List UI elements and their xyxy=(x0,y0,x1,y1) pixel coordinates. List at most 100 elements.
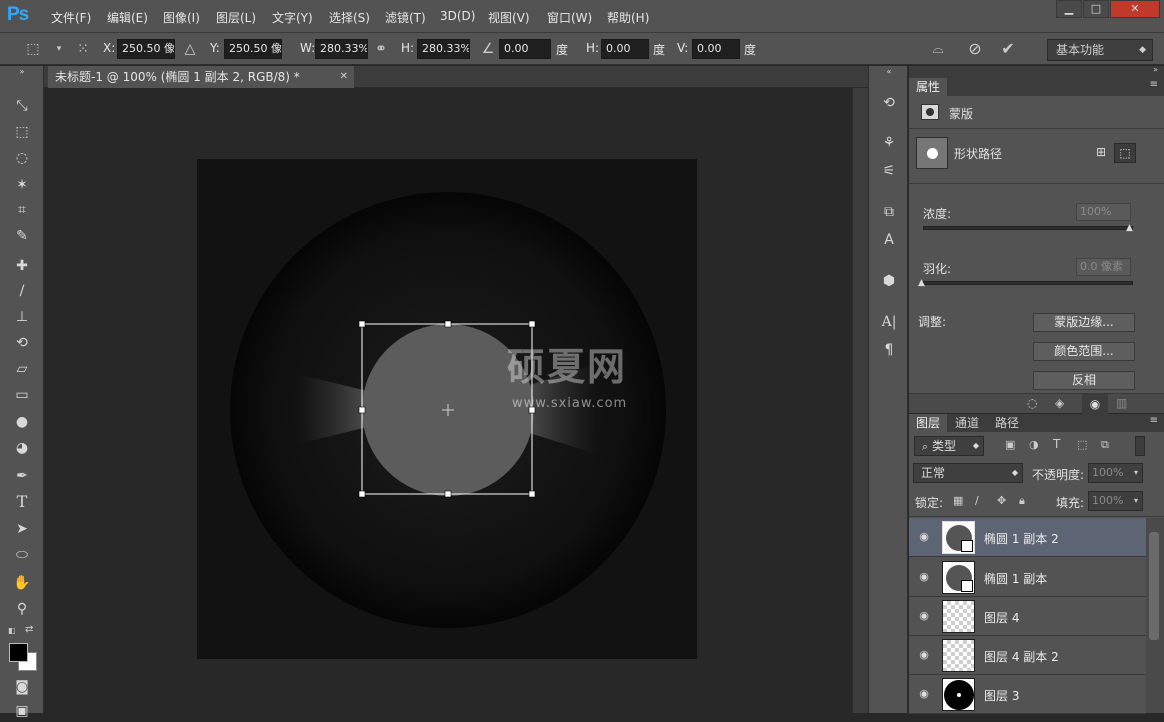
add-pixel-mask-icon[interactable]: ⊞ xyxy=(1092,145,1110,163)
lock-transparency-icon[interactable]: ▦ xyxy=(953,494,963,507)
hand-tool-icon[interactable]: ✋ xyxy=(10,572,34,594)
scrollbar-thumb[interactable] xyxy=(1149,532,1159,640)
document-tab[interactable]: 未标题-1 @ 100% (椭圆 1 副本 2, RGB/8) * ✕ xyxy=(48,66,354,88)
layer-row[interactable]: ◉ 图层 4 副本 2 xyxy=(909,636,1146,675)
menu-window[interactable]: 窗口(W) xyxy=(547,9,592,26)
layer-row[interactable]: ◉ 图层 3 xyxy=(909,675,1146,714)
feather-slider[interactable] xyxy=(923,281,1133,285)
menu-select[interactable]: 选择(S) xyxy=(329,9,370,26)
ellipse-tool-icon[interactable]: ⬭ xyxy=(10,544,34,566)
move-tool-preset-icon[interactable]: ⬚ xyxy=(24,40,42,58)
type-tool-icon[interactable]: T xyxy=(10,491,34,513)
chevron-down-icon[interactable]: ▾ xyxy=(50,40,68,58)
lock-image-icon[interactable]: ∕ xyxy=(975,494,979,507)
panel-menu-icon[interactable]: ≡ xyxy=(1150,415,1158,426)
healing-brush-tool-icon[interactable]: ✚ xyxy=(10,255,34,277)
menu-edit[interactable]: 编辑(E) xyxy=(107,9,148,26)
visibility-eye-icon[interactable]: ◉ xyxy=(917,530,931,544)
lock-all-icon[interactable]: 🔒︎ xyxy=(1019,494,1025,508)
swap-colors-icon[interactable]: ⇄ xyxy=(25,624,33,635)
layer-name[interactable]: 椭圆 1 副本 2 xyxy=(984,530,1059,547)
menu-help[interactable]: 帮助(H) xyxy=(607,9,649,26)
eyedropper-tool-icon[interactable]: ✎ xyxy=(10,225,34,247)
delete-mask-icon[interactable]: ▥ xyxy=(1116,396,1127,410)
tab-properties[interactable]: 属性 xyxy=(909,78,948,96)
menu-type[interactable]: 文字(Y) xyxy=(272,9,313,26)
layer-row[interactable]: ◉ 椭圆 1 副本 xyxy=(909,558,1146,597)
paragraph-panel-icon[interactable]: ¶ xyxy=(877,339,901,361)
tab-paths[interactable]: 路径 xyxy=(988,414,1026,432)
filter-type-icon[interactable]: T xyxy=(1053,437,1060,451)
layer-row[interactable]: ◉ 椭圆 1 副本 2 xyxy=(909,518,1146,557)
close-tab-icon[interactable]: ✕ xyxy=(340,66,348,88)
menu-3d[interactable]: 3D(D) xyxy=(440,9,475,23)
visibility-eye-icon[interactable]: ◉ xyxy=(917,687,931,701)
history-panel-icon[interactable]: ⟲ xyxy=(877,92,901,114)
density-slider-handle[interactable]: ▲ xyxy=(1126,223,1133,233)
default-colors-icon[interactable]: ◧ xyxy=(8,626,16,635)
brush-tool-icon[interactable]: ∕ xyxy=(10,280,34,302)
rotate-field[interactable]: 0.00 xyxy=(499,39,551,59)
clone-source-icon[interactable]: ⧉ xyxy=(877,201,901,223)
tab-layers[interactable]: 图层 xyxy=(909,414,948,432)
vskew-field[interactable]: 0.00 xyxy=(692,39,740,59)
collapse-arrows-icon[interactable]: « xyxy=(877,66,901,78)
apply-mask-icon[interactable]: ◈ xyxy=(1055,396,1064,410)
collapse-arrows-icon[interactable]: » xyxy=(1153,65,1158,74)
dodge-tool-icon[interactable]: ◕ xyxy=(10,437,34,459)
tab-channels[interactable]: 通道 xyxy=(948,414,986,432)
y-field[interactable]: 250.50 像 xyxy=(224,39,282,59)
menu-file[interactable]: 文件(F) xyxy=(51,9,91,26)
character-styles-icon[interactable]: A xyxy=(877,229,901,251)
brush-presets-icon[interactable]: ⚘ xyxy=(877,132,901,154)
link-icon[interactable]: ⚭ xyxy=(372,40,390,58)
layer-name[interactable]: 图层 4 副本 2 xyxy=(984,648,1059,665)
mask-edge-button[interactable]: 蒙版边缘... xyxy=(1033,313,1135,332)
visibility-eye-icon[interactable]: ◉ xyxy=(917,648,931,662)
collapse-arrows-icon[interactable]: » xyxy=(10,66,34,78)
density-slider[interactable] xyxy=(923,226,1133,230)
filter-shape-icon[interactable]: ⬚ xyxy=(1077,438,1087,451)
hskew-field[interactable]: 0.00 xyxy=(601,39,649,59)
color-range-button[interactable]: 颜色范围... xyxy=(1033,342,1135,361)
visibility-eye-icon[interactable]: ◉ xyxy=(917,609,931,623)
cancel-transform-icon[interactable]: ⊘ xyxy=(966,40,984,58)
magic-wand-tool-icon[interactable]: ✶ xyxy=(10,174,34,196)
layer-filter-select[interactable]: ⌕ 类型 ◆ xyxy=(914,436,984,456)
layer-row[interactable]: ◉ 图层 4 xyxy=(909,597,1146,636)
character-panel-icon[interactable]: A| xyxy=(877,311,901,333)
layer-name[interactable]: 椭圆 1 副本 xyxy=(984,570,1047,587)
reference-point-icon[interactable]: ⁙ xyxy=(74,40,92,58)
x-field[interactable]: 250.50 像 xyxy=(117,39,175,59)
filter-smart-object-icon[interactable]: ⧉ xyxy=(1101,438,1109,452)
height-field[interactable]: 280.33% xyxy=(417,39,470,59)
screen-mode-icon[interactable]: ▣ xyxy=(10,700,34,722)
feather-field[interactable]: 0.0 像素 xyxy=(1076,258,1131,276)
menu-filter[interactable]: 滤镜(T) xyxy=(385,9,426,26)
lock-position-icon[interactable]: ✥ xyxy=(997,494,1006,507)
blend-mode-select[interactable]: 正常 ◆ xyxy=(913,463,1023,483)
menu-view[interactable]: 视图(V) xyxy=(488,9,530,26)
close-window-button[interactable]: ✕ xyxy=(1110,0,1160,18)
filter-toggle[interactable] xyxy=(1135,436,1145,456)
crop-tool-icon[interactable]: ⌗ xyxy=(10,199,34,221)
brush-panel-icon[interactable]: ⚟ xyxy=(877,160,901,182)
panel-menu-icon[interactable]: ≡ xyxy=(1150,79,1158,90)
quick-mask-icon[interactable]: ◙ xyxy=(10,676,34,698)
load-selection-icon[interactable]: ◌ xyxy=(1027,396,1037,410)
menu-image[interactable]: 图像(I) xyxy=(163,9,200,26)
maximize-button[interactable]: □ xyxy=(1083,0,1109,18)
layer-name[interactable]: 图层 4 xyxy=(984,609,1019,626)
pen-tool-icon[interactable]: ✒ xyxy=(10,465,34,487)
delta-icon[interactable]: △ xyxy=(181,40,199,58)
marquee-tool-icon[interactable]: ⬚ xyxy=(10,121,34,143)
chevron-down-icon[interactable]: ▾ xyxy=(1128,491,1144,511)
add-vector-mask-icon[interactable]: ⬚ xyxy=(1114,143,1136,163)
lasso-tool-icon[interactable]: ◌ xyxy=(10,147,34,169)
menu-layer[interactable]: 图层(L) xyxy=(216,9,256,26)
history-brush-tool-icon[interactable]: ⟲ xyxy=(10,332,34,354)
foreground-color-swatch[interactable] xyxy=(9,643,28,662)
warp-icon[interactable]: ⌓ xyxy=(929,40,947,58)
feather-slider-handle[interactable]: ▲ xyxy=(918,278,925,288)
workspace-select[interactable]: 基本功能 ◆ xyxy=(1047,39,1153,61)
